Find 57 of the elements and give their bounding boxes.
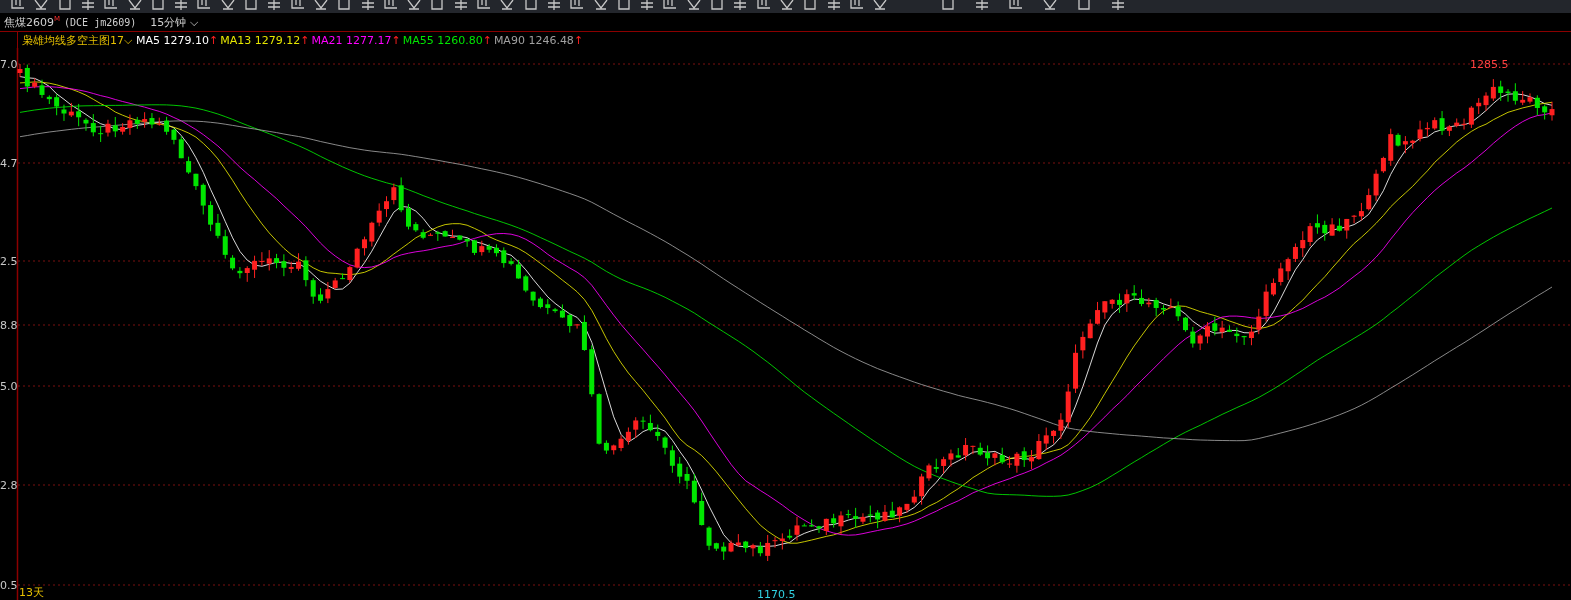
rising-arrow: ↑ [482,33,492,47]
toolbar-icon[interactable] [1042,0,1058,13]
price-axis-label: 2.8 [0,479,18,492]
toolbar-icon[interactable] [1076,0,1092,13]
price-axis-label: 2.5 [0,255,18,268]
toolbar-icon[interactable] [615,0,632,13]
high-price-label: 1285.5 [1470,58,1509,71]
toolbar-icon[interactable] [266,0,283,13]
toolbar-icon[interactable] [429,0,446,13]
toolbar-icon[interactable] [149,0,166,13]
toolbar-icon[interactable] [243,0,259,13]
price-axis-label: 7.0 [0,58,18,71]
toolbar-icon[interactable] [872,0,889,13]
toolbar-icon[interactable] [359,0,376,13]
price-axis-label: 0.5 [0,579,18,592]
toolbar-icon[interactable] [940,0,956,13]
symbol-name: 焦煤2609 [4,14,54,30]
toolbar-icon[interactable] [778,0,795,13]
price-axis-label: 4.7 [0,157,18,170]
toolbar-icon[interactable] [336,0,353,13]
moving-average-value: MA55 1260.80 [402,33,483,47]
rising-arrow: ↑ [209,33,219,47]
toolbar-icon[interactable] [592,0,609,13]
toolbar-icon[interactable] [56,0,73,13]
toolbar-icon[interactable] [173,0,190,13]
toolbar-icon[interactable] [126,0,143,13]
moving-average-value: MA21 1277.17 [311,33,392,47]
toolbar-icon[interactable] [974,0,990,13]
toolbar-icon[interactable] [406,0,423,13]
toolbar-icon[interactable] [79,0,96,13]
toolbar-icon[interactable] [522,0,539,13]
days-label: 13天 [19,586,44,599]
rising-arrow: ↑ [300,33,310,47]
toolbar-icon[interactable] [825,0,842,13]
low-price-label: 1170.5 [757,588,796,600]
toolbar-icon[interactable] [219,0,236,13]
toolbar-icon[interactable] [639,0,656,13]
moving-average-value: MA90 1246.48 [493,33,574,47]
toolbar-icon[interactable] [732,0,749,13]
indicator-selector[interactable]: 枭雄均线多空主图17⌵ [22,32,132,48]
rising-arrow: ↑ [573,33,584,47]
toolbar-icon[interactable] [709,0,725,13]
toolbar-icon[interactable] [452,0,469,13]
period-selector[interactable]: 15分钟 ⌵ [150,14,198,30]
price-axis-label: 8.8 [0,319,18,332]
rising-arrow: ↑ [391,33,401,47]
toolbar-icon[interactable] [802,0,819,13]
price-axis-label: 5.0 [0,380,18,393]
symbol-code: (DCE jm2609) [64,16,137,28]
moving-average-value: MA5 1279.10 [136,33,209,47]
toolbar-icon[interactable] [499,0,516,13]
toolbar-icon[interactable] [1110,0,1126,13]
toolbar-icon[interactable] [545,0,562,13]
toolbar-icon[interactable] [685,0,702,13]
toolbar-icon[interactable] [312,0,329,13]
moving-average-value: MA13 1279.12 [220,33,301,47]
toolbar-icon[interactable] [33,0,50,13]
